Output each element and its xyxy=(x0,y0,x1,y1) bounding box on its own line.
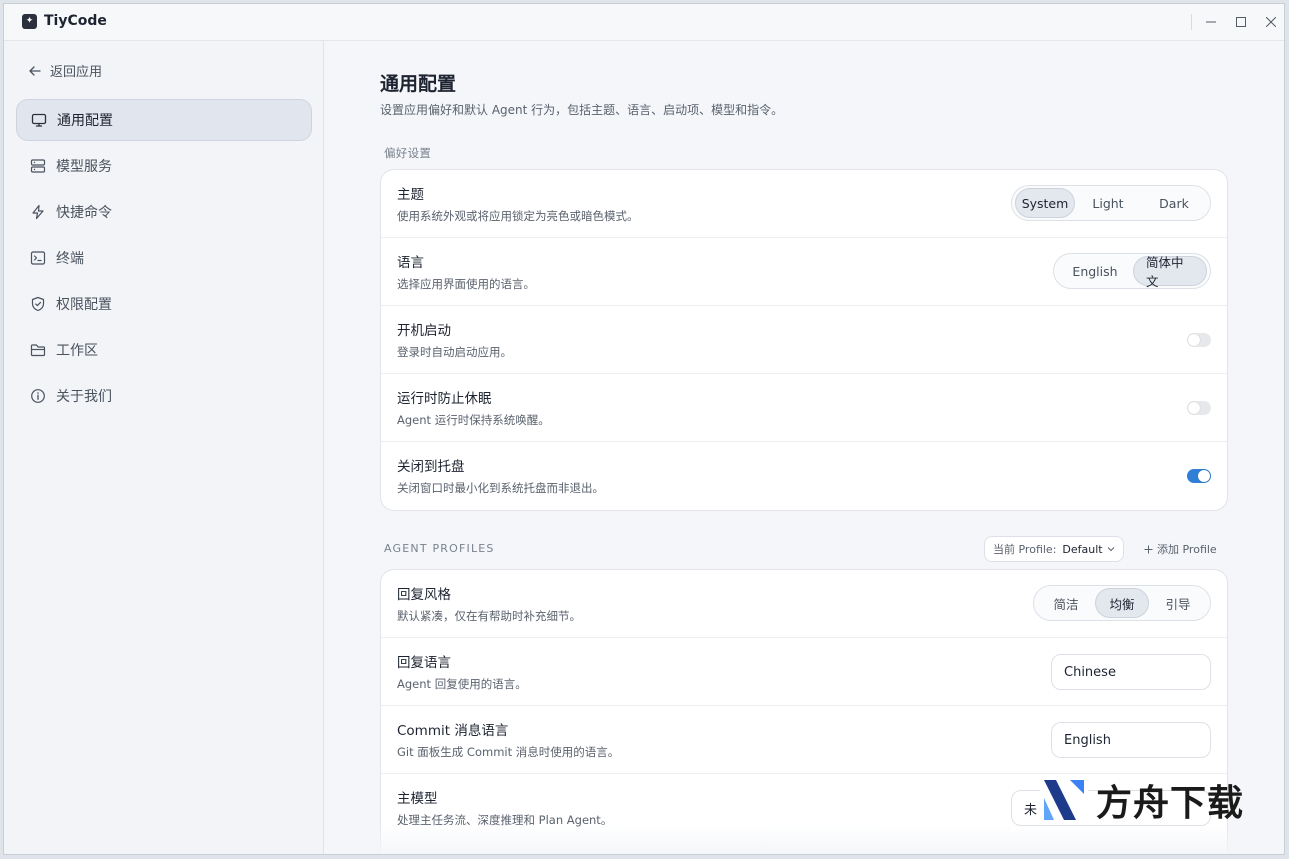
sidebar: 返回应用 通用配置 模型服务 快捷命令 终端 权限配置 工作区 关于我们 xyxy=(4,41,324,854)
sidebar-item-label: 关于我们 xyxy=(56,389,112,405)
prevent-sleep-toggle[interactable] xyxy=(1187,401,1211,415)
sidebar-item-label: 工作区 xyxy=(56,343,98,359)
back-to-app-link[interactable]: 返回应用 xyxy=(28,61,102,80)
agent-profiles-section-label: AGENT PROFILES xyxy=(384,542,495,555)
maximize-icon xyxy=(1236,17,1246,27)
row-title: 主题 xyxy=(397,187,424,203)
language-option-chinese[interactable]: 简体中文 xyxy=(1133,255,1207,289)
sidebar-item-label: 权限配置 xyxy=(56,297,112,313)
theme-segmented-control: System Light Dark xyxy=(1011,185,1211,221)
row-desc: 使用系统外观或将应用锁定为亮色或暗色模式。 xyxy=(397,209,639,223)
row-title: 运行时防止休眠 xyxy=(397,391,492,407)
language-row: 语言 选择应用界面使用的语言。 English 简体中文 xyxy=(381,238,1227,306)
sidebar-item-general[interactable]: 通用配置 xyxy=(16,99,312,141)
sidebar-item-terminal[interactable]: 终端 xyxy=(16,237,312,279)
lightning-icon xyxy=(32,204,44,220)
sidebar-item-label: 快捷命令 xyxy=(56,205,112,221)
row-title: 回复语言 xyxy=(397,655,451,671)
language-option-english[interactable]: English xyxy=(1057,256,1133,286)
monitor-icon xyxy=(31,113,47,127)
prevent-sleep-row: 运行时防止休眠 Agent 运行时保持系统唤醒。 xyxy=(381,374,1227,442)
shield-icon xyxy=(31,296,45,312)
profile-selector[interactable]: 当前 Profile: Default xyxy=(984,536,1124,562)
close-to-tray-toggle[interactable] xyxy=(1187,469,1211,483)
reply-style-option-concise[interactable]: 简洁 xyxy=(1037,588,1095,618)
sidebar-item-shortcuts[interactable]: 快捷命令 xyxy=(16,191,312,233)
sidebar-nav: 通用配置 模型服务 快捷命令 终端 权限配置 工作区 关于我们 xyxy=(16,99,312,421)
sidebar-item-about[interactable]: 关于我们 xyxy=(16,375,312,417)
autostart-toggle[interactable] xyxy=(1187,333,1211,347)
page-subtitle: 设置应用偏好和默认 Agent 行为，包括主题、语言、启动项、模型和指令。 xyxy=(380,103,784,117)
title-bar-divider xyxy=(1191,14,1192,30)
autostart-row: 开机启动 登录时自动启动应用。 xyxy=(381,306,1227,374)
close-to-tray-row: 关闭到托盘 关闭窗口时最小化到系统托盘而非退出。 xyxy=(381,442,1227,510)
row-title: 关闭到托盘 xyxy=(397,459,465,475)
add-profile-button[interactable]: 添加 Profile xyxy=(1144,541,1217,557)
scroll-fade xyxy=(324,824,1284,854)
app-name: TiyCode xyxy=(44,13,107,29)
sidebar-item-permissions[interactable]: 权限配置 xyxy=(16,283,312,325)
app-logo-icon: ✦ xyxy=(22,14,37,29)
terminal-icon xyxy=(30,251,46,265)
reply-style-option-balanced[interactable]: 均衡 xyxy=(1095,588,1149,618)
commit-language-row: Commit 消息语言 Git 面板生成 Commit 消息时使用的语言。 En… xyxy=(381,706,1227,774)
row-desc: Git 面板生成 Commit 消息时使用的语言。 xyxy=(397,745,620,759)
row-desc: Agent 运行时保持系统唤醒。 xyxy=(397,413,550,427)
add-profile-label: 添加 Profile xyxy=(1157,543,1217,556)
close-button[interactable] xyxy=(1261,12,1281,32)
close-icon xyxy=(1266,17,1276,27)
row-title: 回复风格 xyxy=(397,587,451,603)
sidebar-item-label: 终端 xyxy=(56,251,84,267)
commit-language-select[interactable]: English xyxy=(1051,722,1211,758)
plus-icon xyxy=(1144,545,1153,553)
watermark-logo-icon xyxy=(1040,776,1088,824)
info-icon xyxy=(31,389,45,403)
reply-style-row: 回复风格 默认紧凑，仅在有帮助时补充细节。 简洁 均衡 引导 xyxy=(381,570,1227,638)
theme-option-system[interactable]: System xyxy=(1015,188,1075,218)
theme-option-light[interactable]: Light xyxy=(1075,188,1141,218)
minimize-button[interactable] xyxy=(1201,12,1221,32)
row-desc: 默认紧凑，仅在有帮助时补充细节。 xyxy=(397,609,581,623)
server-icon xyxy=(30,159,46,173)
preferences-card: 主题 使用系统外观或将应用锁定为亮色或暗色模式。 System Light Da… xyxy=(380,169,1228,511)
row-title: 语言 xyxy=(397,255,424,271)
maximize-button[interactable] xyxy=(1231,12,1251,32)
arrow-left-icon xyxy=(29,65,41,76)
watermark: 方舟下载 xyxy=(1040,774,1244,826)
folder-icon xyxy=(30,344,46,357)
back-label: 返回应用 xyxy=(50,65,103,80)
sidebar-item-workspace[interactable]: 工作区 xyxy=(16,329,312,371)
row-desc: 关闭窗口时最小化到系统托盘而非退出。 xyxy=(397,481,604,495)
chevron-down-icon xyxy=(1107,547,1114,552)
row-desc: 登录时自动启动应用。 xyxy=(397,345,512,359)
preferences-section-label: 偏好设置 xyxy=(384,146,432,160)
reply-language-select[interactable]: Chinese xyxy=(1051,654,1211,690)
sidebar-item-label: 模型服务 xyxy=(56,159,112,175)
row-desc: 选择应用界面使用的语言。 xyxy=(397,277,535,291)
sidebar-item-model-services[interactable]: 模型服务 xyxy=(16,145,312,187)
row-title: 主模型 xyxy=(397,791,438,807)
title-bar: ✦ TiyCode xyxy=(4,4,1284,41)
reply-language-row: 回复语言 Agent 回复使用的语言。 Chinese xyxy=(381,638,1227,706)
language-segmented-control: English 简体中文 xyxy=(1053,253,1211,289)
theme-option-dark[interactable]: Dark xyxy=(1141,188,1207,218)
profile-selector-value: Default xyxy=(1062,542,1103,556)
theme-row: 主题 使用系统外观或将应用锁定为亮色或暗色模式。 System Light Da… xyxy=(381,170,1227,238)
watermark-text: 方舟下载 xyxy=(1096,783,1245,824)
sidebar-item-label: 通用配置 xyxy=(57,113,113,129)
row-desc: Agent 回复使用的语言。 xyxy=(397,677,527,691)
row-title: 开机启动 xyxy=(397,323,451,339)
app-window: ✦ TiyCode 返回应用 通用配置 模型服务 快捷命令 终端 权限配置 工作… xyxy=(3,3,1285,855)
minimize-icon xyxy=(1206,21,1216,23)
reply-style-option-guided[interactable]: 引导 xyxy=(1149,588,1207,618)
row-title: Commit 消息语言 xyxy=(397,723,509,739)
page-title: 通用配置 xyxy=(380,73,457,95)
reply-style-segmented-control: 简洁 均衡 引导 xyxy=(1033,585,1211,621)
settings-main: 通用配置 设置应用偏好和默认 Agent 行为，包括主题、语言、启动项、模型和指… xyxy=(324,41,1284,854)
profile-selector-label: 当前 Profile: xyxy=(993,543,1057,556)
